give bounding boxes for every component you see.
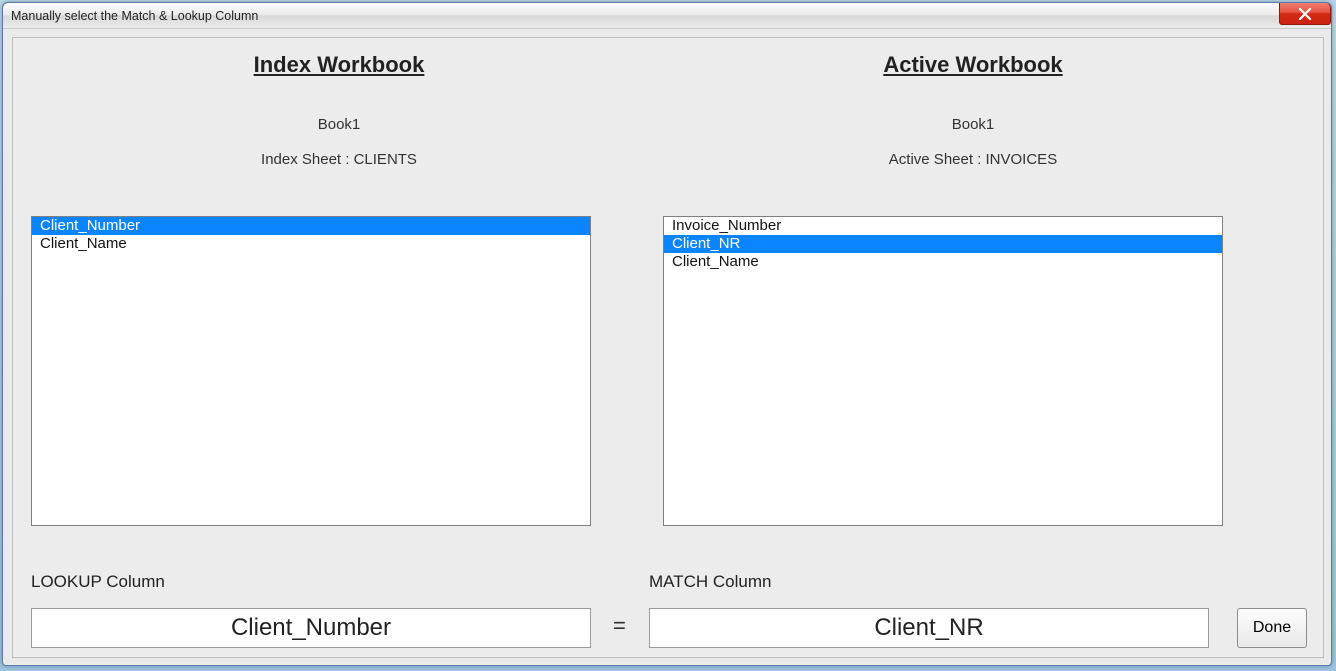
list-item[interactable]: Invoice_Number [664, 217, 1222, 235]
lookup-column-label: LOOKUP Column [31, 572, 165, 592]
active-sheet-name: Active Sheet : INVOICES [663, 151, 1283, 168]
match-column-value: Client_NR [649, 608, 1209, 648]
done-button[interactable]: Done [1237, 608, 1307, 648]
active-columns-listbox[interactable]: Invoice_NumberClient_NRClient_Name [663, 216, 1223, 526]
lookup-column-value: Client_Number [31, 608, 591, 648]
list-item[interactable]: Client_NR [664, 235, 1222, 253]
close-icon [1298, 8, 1312, 20]
index-panel: Index Workbook Book1 Index Sheet : CLIEN… [29, 52, 649, 168]
window-title: Manually select the Match & Lookup Colum… [11, 9, 258, 23]
active-heading: Active Workbook [663, 52, 1283, 78]
dialog-window: Manually select the Match & Lookup Colum… [2, 2, 1332, 666]
dialog-body: Index Workbook Book1 Index Sheet : CLIEN… [12, 37, 1324, 658]
index-sheet-name: Index Sheet : CLIENTS [29, 151, 649, 168]
titlebar[interactable]: Manually select the Match & Lookup Colum… [3, 3, 1331, 29]
active-workbook-name: Book1 [663, 116, 1283, 133]
close-button[interactable] [1279, 3, 1331, 25]
list-item[interactable]: Client_Name [32, 235, 590, 253]
index-workbook-name: Book1 [29, 116, 649, 133]
list-item[interactable]: Client_Name [664, 253, 1222, 271]
active-panel: Active Workbook Book1 Active Sheet : INV… [663, 52, 1283, 168]
list-item[interactable]: Client_Number [32, 217, 590, 235]
index-heading: Index Workbook [29, 52, 649, 78]
index-columns-listbox[interactable]: Client_NumberClient_Name [31, 216, 591, 526]
match-column-label: MATCH Column [649, 572, 771, 592]
equals-sign: = [613, 613, 626, 639]
